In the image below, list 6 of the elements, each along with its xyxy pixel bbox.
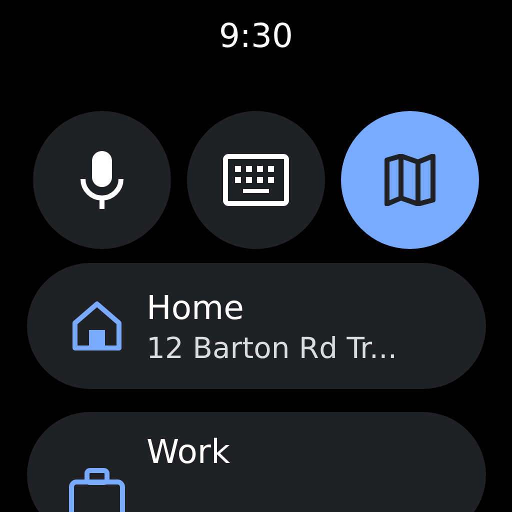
clock-time: 9:30	[218, 16, 294, 56]
place-chip[interactable]: Work	[26, 412, 486, 512]
place-title: Work	[146, 432, 230, 471]
place-title: Home	[146, 288, 245, 326]
place-address: 12 Barton Rd Tr...	[146, 330, 398, 364]
place-chip[interactable]: Home 12 Barton Rd Tr...	[26, 263, 486, 389]
